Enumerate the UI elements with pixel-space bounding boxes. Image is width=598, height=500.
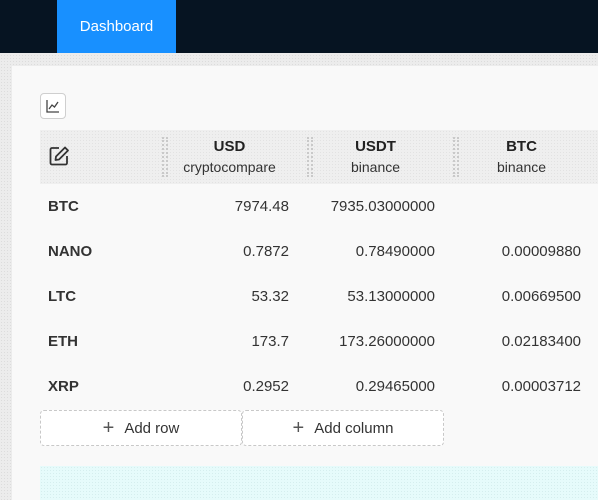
table-cell: 7935.03000000 (330, 198, 435, 215)
column-header-usd[interactable]: USD cryptocompare (172, 137, 287, 181)
column-source: binance (350, 159, 401, 175)
tab-dashboard[interactable]: Dashboard (57, 0, 176, 53)
add-column-label: Add column (314, 419, 394, 437)
row-symbol: ETH (48, 333, 78, 350)
row-symbol: BTC (48, 198, 79, 215)
table-cell: 0.78490000 (355, 243, 435, 260)
column-currency: USDT (355, 138, 396, 155)
line-chart-icon (46, 100, 59, 113)
add-column-button[interactable]: + Add column (242, 410, 444, 446)
table-cell: 0.7872 (243, 243, 289, 260)
column-currency: BTC (506, 138, 537, 155)
top-navigation-bar: Dashboard (0, 0, 598, 53)
info-banner (40, 466, 598, 500)
plus-icon: + (292, 417, 305, 439)
chart-toggle-button[interactable] (40, 93, 66, 119)
row-symbol: XRP (48, 378, 79, 395)
column-drag-handle[interactable] (162, 137, 168, 177)
table-cell: 0.02183400 (501, 333, 581, 350)
table-cell: 0.00669500 (501, 288, 581, 305)
table-cell: 7974.48 (234, 198, 289, 215)
column-currency: USD (213, 138, 246, 155)
plus-icon: + (102, 417, 115, 439)
table-cell: 0.00009880 (501, 243, 581, 260)
row-symbol: LTC (48, 288, 77, 305)
table-cell: 173.26000000 (339, 333, 435, 350)
column-header-btc[interactable]: BTC binance (464, 137, 579, 181)
table-cell: 0.2952 (243, 378, 289, 395)
edit-table-button[interactable] (47, 144, 71, 168)
table-cell: 0.00003712 (501, 378, 581, 395)
column-source: binance (496, 159, 547, 175)
table-cell: 0.29465000 (355, 378, 435, 395)
column-drag-handle[interactable] (307, 137, 313, 177)
column-source: cryptocompare (183, 159, 276, 175)
table-cell: 53.32 (251, 288, 289, 305)
table-cell: 53.13000000 (347, 288, 435, 305)
add-row-button[interactable]: + Add row (40, 410, 242, 446)
row-symbol: NANO (48, 243, 93, 260)
column-drag-handle[interactable] (453, 137, 459, 177)
edit-icon (49, 146, 69, 166)
table-cell: 173.7 (251, 333, 289, 350)
add-row-label: Add row (124, 419, 180, 437)
column-header-usdt[interactable]: USDT binance (318, 137, 433, 181)
